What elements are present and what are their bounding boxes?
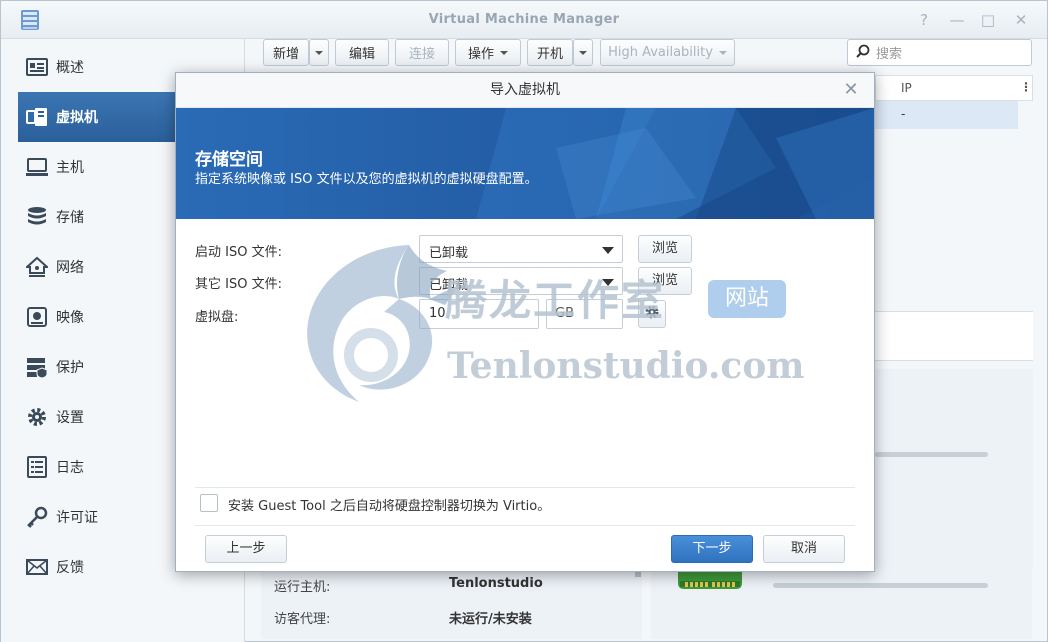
dropdown-arrow-icon (602, 247, 614, 254)
column-menu-icon[interactable]: ⋮ (1020, 80, 1032, 94)
watermark-cn-text: 腾龙工作室 (445, 276, 666, 325)
action-menu-button[interactable]: 操作 (455, 39, 521, 66)
network-icon (26, 256, 48, 278)
search-box[interactable]: 搜索 (847, 39, 1032, 66)
sidebar-item-label: 存储 (56, 210, 84, 226)
wizard-banner: 存储空间 指定系统映像或 ISO 文件以及您的虚拟机的虚拟硬盘配置。 (176, 108, 874, 219)
search-input[interactable]: 搜索 (876, 43, 902, 62)
column-header-ip[interactable]: IP (901, 81, 912, 95)
feedback-mail-icon (26, 556, 48, 578)
memory-usage-bar (773, 583, 988, 588)
cell-ip: - (901, 107, 906, 121)
resource-panel (875, 369, 1033, 569)
host-icon (26, 156, 48, 178)
close-window-icon[interactable]: ✕ (1011, 10, 1031, 30)
sidebar-item-label: 设置 (56, 410, 84, 426)
dialog-title: 导入虚拟机 (176, 73, 874, 108)
power-on-button[interactable]: 开机 (527, 39, 573, 66)
overview-icon (26, 56, 48, 78)
title-bar: Virtual Machine Manager ? — □ ✕ (1, 1, 1047, 39)
browse-boot-iso-button[interactable]: 浏览 (638, 235, 692, 263)
next-button[interactable]: 下一步 (671, 535, 753, 563)
host-value: Tenlonstudio (449, 576, 543, 591)
guest-tool-checkbox[interactable] (200, 494, 218, 512)
storage-icon (26, 206, 48, 228)
protection-icon (26, 356, 48, 378)
virtual-disk-label: 虚拟盘: (195, 310, 239, 325)
other-iso-label: 其它 ISO 文件: (195, 277, 282, 292)
boot-iso-label: 启动 ISO 文件: (195, 245, 282, 260)
new-dropdown-button[interactable] (309, 39, 329, 66)
vm-grid-header: IP ⋮ (875, 75, 1033, 101)
banner-background (176, 108, 874, 219)
sidebar-item-label: 反馈 (56, 560, 84, 576)
image-icon (26, 306, 48, 328)
chevron-down-icon (500, 50, 508, 55)
action-menu-label: 操作 (467, 47, 494, 62)
chevron-down-icon (579, 50, 587, 55)
settings-gear-icon (26, 406, 48, 428)
boot-iso-value: 已卸载 (429, 246, 469, 261)
step-description: 指定系统映像或 ISO 文件以及您的虚拟机的虚拟硬盘配置。 (195, 172, 538, 187)
close-icon[interactable]: ✕ (842, 81, 860, 99)
guest-agent-label: 访客代理: (274, 612, 331, 627)
virtual-machine-icon (26, 106, 48, 128)
watermark-badge: 网站 (708, 280, 786, 318)
help-icon[interactable]: ? (914, 10, 934, 30)
divider (195, 525, 855, 526)
table-row[interactable]: - (875, 101, 1018, 129)
host-label: 运行主机: (274, 580, 331, 595)
watermark-en-text: Tenlonstudio.com (447, 345, 805, 387)
step-title: 存储空间 (195, 150, 263, 170)
chevron-down-icon (315, 50, 323, 55)
connect-button[interactable]: 连接 (395, 39, 449, 66)
chevron-down-icon (718, 50, 727, 55)
back-button[interactable]: 上一步 (205, 535, 287, 563)
usage-bar (875, 452, 988, 457)
sidebar-item-label: 保护 (56, 360, 84, 376)
divider (195, 487, 855, 488)
sidebar-item-label: 主机 (56, 160, 84, 176)
sidebar-item-label: 许可证 (56, 510, 98, 526)
window-title: Virtual Machine Manager (428, 12, 620, 27)
sidebar-item-label: 网络 (56, 260, 84, 276)
high-availability-label: High Availability (608, 45, 713, 60)
cancel-button[interactable]: 取消 (763, 535, 845, 563)
boot-iso-select[interactable]: 已卸载 (419, 235, 623, 263)
log-icon (26, 456, 48, 478)
sidebar-item-label: 映像 (56, 310, 84, 326)
sidebar-item-label: 概述 (56, 60, 84, 76)
edit-button[interactable]: 编辑 (335, 39, 389, 66)
search-icon (856, 44, 870, 62)
high-availability-button[interactable]: High Availability (600, 39, 735, 66)
detail-tabs-panel (875, 311, 1033, 361)
memory-chip-icon (678, 569, 742, 591)
minimize-icon[interactable]: — (947, 10, 967, 30)
guest-agent-value: 未运行/未安装 (449, 612, 532, 627)
app-window: Virtual Machine Manager ? — □ ✕ 概述 虚拟机 主… (0, 0, 1048, 642)
license-key-icon (26, 506, 48, 528)
sidebar-item-label: 日志 (56, 460, 84, 476)
maximize-icon[interactable]: □ (978, 10, 998, 30)
guest-tool-label: 安装 Guest Tool 之后自动将硬盘控制器切换为 Virtio。 (228, 499, 551, 514)
new-button[interactable]: 新增 (263, 39, 309, 66)
sidebar-item-label: 虚拟机 (56, 110, 98, 126)
power-dropdown-button[interactable] (573, 39, 593, 66)
